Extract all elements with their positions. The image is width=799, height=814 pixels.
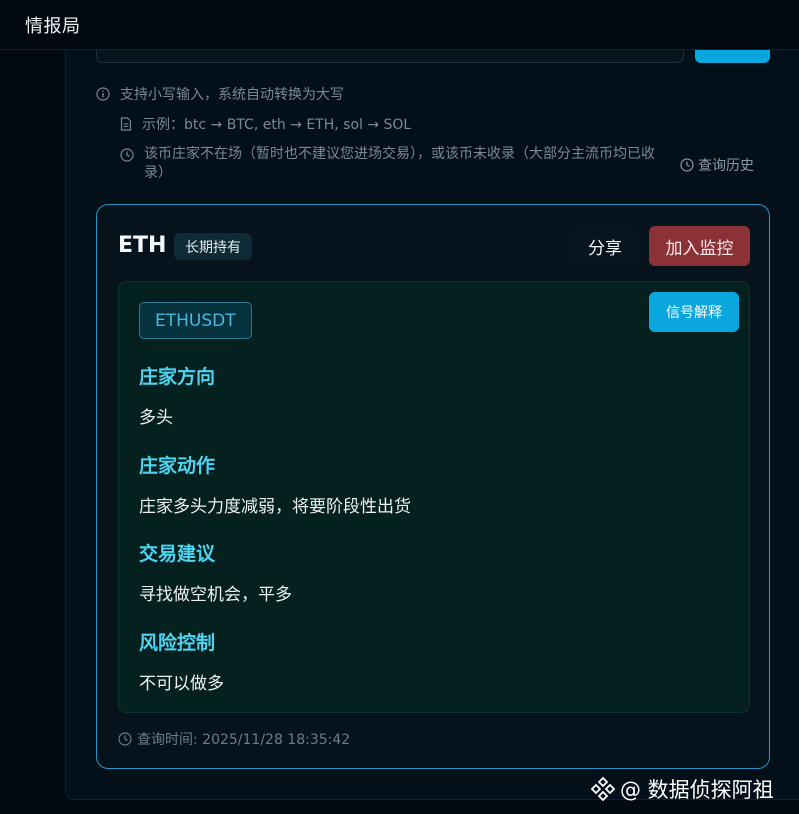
app-title: 情报局 [25,15,81,37]
section-value-advice: 寻找做空机会，平多 [139,585,292,605]
watermark: @ 数据侦探阿祖 [590,774,774,804]
clock-icon [120,148,134,162]
top-bar: 情报局 [0,0,799,50]
history-link[interactable]: 查询历史 [680,155,754,175]
pair-tag: ETHUSDT [139,302,252,339]
section-title-action: 庄家动作 [139,455,216,477]
add-monitor-button[interactable]: 加入监控 [649,226,750,266]
info-icon [96,87,110,101]
query-time-text: 查询时间: 2025/11/28 18:35:42 [137,732,351,748]
hint-example: 示例：btc → BTC, eth → ETH, sol → SOL [120,114,411,134]
clock-icon [680,158,694,172]
section-title-direction: 庄家方向 [139,366,216,388]
diamond-logo-icon [590,776,616,802]
share-button[interactable]: 分享 [573,227,637,265]
history-link-label: 查询历史 [698,158,754,174]
watermark-text: @ 数据侦探阿祖 [620,778,774,802]
section-value-action: 庄家多头力度减弱，将要阶段性出货 [139,497,411,517]
hint-example-text: 示例：btc → BTC, eth → ETH, sol → SOL [142,117,412,133]
section-value-direction: 多头 [139,408,173,428]
coin-symbol: ETH [118,233,167,258]
hint-notice: 该币庄家不在场（暂时也不建议您进场交易），或该币未收录（大部分主流币均已收录） [120,145,680,183]
document-icon [120,117,132,131]
signal-box: ETHUSDT 信号解释 庄家方向 多头 庄家动作 庄家多头力度减弱，将要阶段性… [118,281,750,713]
hint-notice-text: 该币庄家不在场（暂时也不建议您进场交易），或该币未收录（大部分主流币均已收录） [144,146,655,181]
result-card: ETH 长期持有 分享 加入监控 ETHUSDT 信号解释 庄家方向 多头 庄家… [96,204,770,769]
clock-icon [118,732,132,746]
section-title-advice: 交易建议 [139,543,216,565]
hold-badge: 长期持有 [174,233,252,260]
section-value-risk: 不可以做多 [139,674,224,694]
section-title-risk: 风险控制 [139,632,216,654]
hint-lowercase: 支持小写输入，系统自动转换为大写 [96,84,344,104]
hint-lowercase-text: 支持小写输入，系统自动转换为大写 [120,87,344,103]
signal-explain-button[interactable]: 信号解释 [649,292,739,332]
query-time: 查询时间: 2025/11/28 18:35:42 [118,729,350,749]
